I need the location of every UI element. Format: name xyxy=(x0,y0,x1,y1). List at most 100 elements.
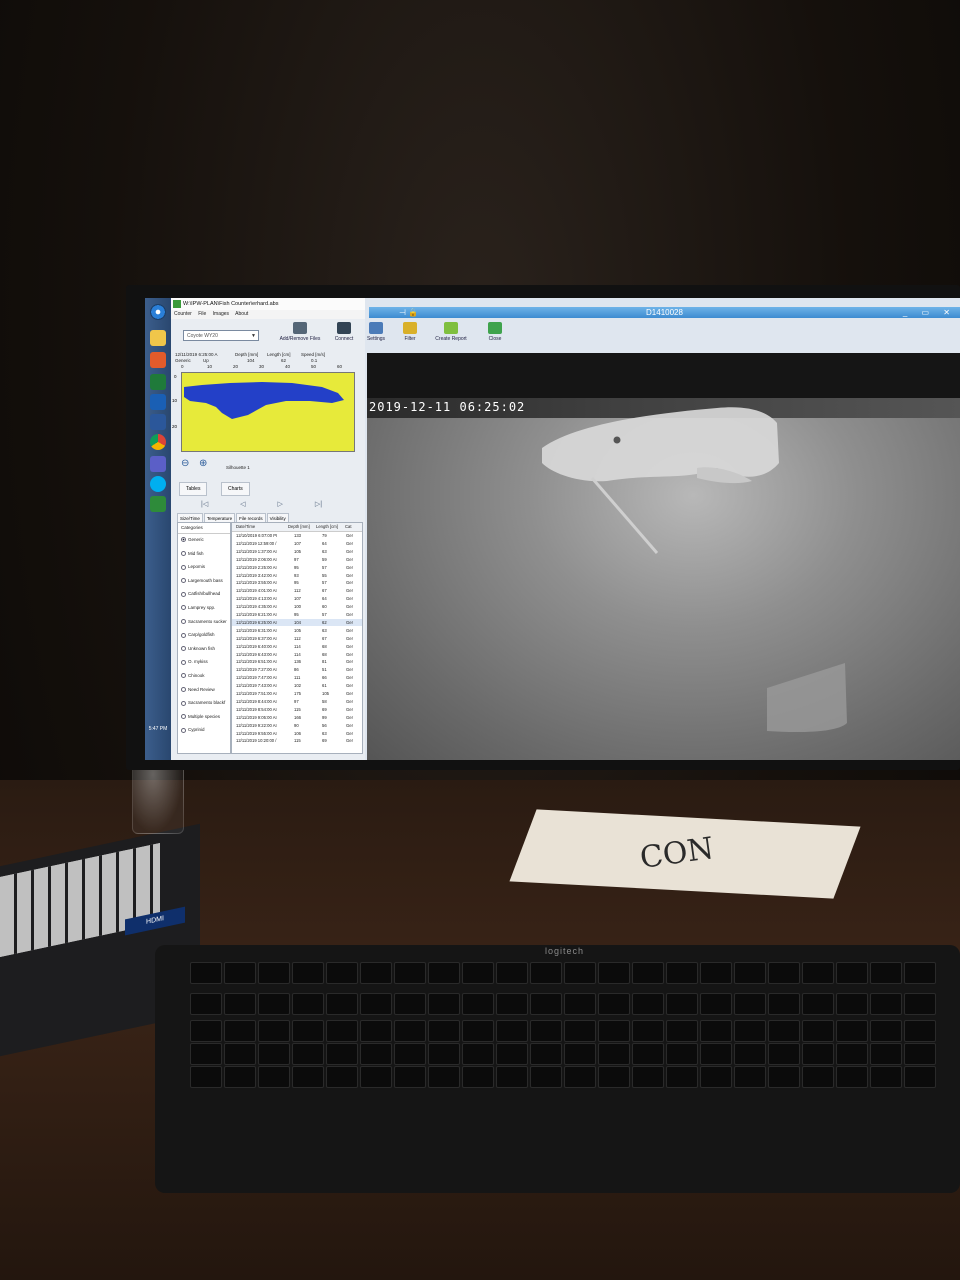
last-record-button[interactable]: ▷| xyxy=(315,501,322,508)
table-row[interactable]: 12/11/2019 4:35:00 AI 100 60 Ger xyxy=(232,603,362,610)
zoom-in-icon[interactable]: ⊕ xyxy=(199,458,211,470)
next-record-button[interactable]: ▷ xyxy=(278,501,283,508)
category-option[interactable]: Cyprinid xyxy=(181,727,205,733)
category-option[interactable]: Catfish/bullhead xyxy=(181,591,220,597)
app-a-icon[interactable] xyxy=(150,496,166,512)
category-option[interactable]: Lepomis xyxy=(181,564,205,570)
table-cell: 12/11/2019 10:20:00 / xyxy=(236,738,277,744)
table-cell: 12/11/2019 7:43:00 AI xyxy=(236,683,277,689)
close-button[interactable]: Close xyxy=(483,322,507,346)
start-icon[interactable] xyxy=(150,304,166,320)
table-row[interactable]: 12/11/2019 6:43:00 AI 114 68 Ger xyxy=(232,651,362,658)
sil-xtick: 40 xyxy=(285,364,291,369)
folder-icon[interactable] xyxy=(150,330,166,346)
table-row[interactable]: 12/11/2019 9:05:00 AI 166 99 Ger xyxy=(232,714,362,721)
table-cell: 12/11/2019 12:59:00 / xyxy=(236,540,277,546)
category-option[interactable]: Sacramento sucker xyxy=(181,619,227,624)
category-option[interactable]: Sacramento blackf xyxy=(181,700,225,706)
sil-length-label: Length [cm] xyxy=(267,352,291,357)
tab-charts[interactable]: Charts xyxy=(221,482,250,496)
table-row[interactable]: 12/11/2019 6:31:00 AI 105 63 Ger xyxy=(232,627,362,634)
category-option[interactable]: Chinook xyxy=(181,673,205,679)
word-icon[interactable] xyxy=(150,414,166,430)
table-row[interactable]: 12/11/2019 9:55:00 AI 106 63 Ger xyxy=(232,730,362,737)
table-row[interactable]: 12/11/2019 1:37:00 AI 105 63 Ger xyxy=(232,548,362,555)
keyboard-key xyxy=(598,962,630,984)
table-row[interactable]: 12/11/2019 2:06:00 AI 97 59 Ger xyxy=(232,556,362,563)
keyboard-key xyxy=(700,962,732,984)
keyboard-key xyxy=(190,1066,222,1088)
skype-icon[interactable] xyxy=(150,476,166,492)
table-row[interactable]: 12/11/2019 7:43:00 AI 102 61 Ger xyxy=(232,682,362,689)
table-row[interactable]: 12/11/2019 2:25:00 AI 95 57 Ger xyxy=(232,564,362,571)
table-row[interactable]: 12/11/2019 7:51:00 AI 175 105 Ger xyxy=(232,690,362,697)
sil-ytick: 10 xyxy=(172,398,178,403)
filter-button[interactable]: Filter xyxy=(397,322,423,346)
table-row[interactable]: 12/11/2019 8:54:00 AI 115 69 Ger xyxy=(232,706,362,713)
excel-icon[interactable] xyxy=(150,374,166,390)
category-option[interactable]: Generic xyxy=(181,537,204,543)
table-row[interactable]: 12/11/2019 12:59:00 / 107 64 Ger xyxy=(232,540,362,547)
zoom-out-icon[interactable]: ⊖ xyxy=(181,458,193,470)
table-row[interactable]: 12/11/2019 3:42:00 AI 93 55 Ger xyxy=(232,572,362,579)
table-cell: Ger xyxy=(346,627,353,633)
table-row[interactable]: 12/11/2019 7:27:00 AI 86 51 Ger xyxy=(232,666,362,673)
keyboard-key xyxy=(768,1020,800,1042)
menu-counter[interactable]: Counter xyxy=(174,311,192,317)
monitor-screen: 5:47 PM W:\IPW-PLAN\Fish Counter\erhard.… xyxy=(145,298,960,760)
category-option[interactable]: Mid fish xyxy=(181,551,204,556)
chrome-icon[interactable] xyxy=(150,434,166,450)
teams-icon[interactable] xyxy=(150,456,166,472)
keyboard-key xyxy=(904,1066,936,1088)
window-controls[interactable]: _ ▭ ✕ xyxy=(903,307,956,318)
table-row[interactable]: 12/11/2019 9:22:00 AI 90 56 Ger xyxy=(232,722,362,729)
table-row[interactable]: 12/11/2019 4:13:00 AI 107 64 Ger xyxy=(232,595,362,602)
create-report-button[interactable]: Create Report xyxy=(431,322,471,346)
category-option[interactable]: Carp/goldfish xyxy=(181,632,215,638)
settings-button[interactable]: Settings xyxy=(363,322,389,346)
col-depth[interactable]: Depth [mm] xyxy=(288,523,310,531)
table-row[interactable]: 12/11/2019 6:37:00 AI 112 67 Ger xyxy=(232,635,362,642)
category-option[interactable]: Lamprey spp. xyxy=(181,605,215,611)
col-length[interactable]: Length [cm] xyxy=(316,523,338,531)
table-row[interactable]: 12/11/2019 8:44:00 AI 97 58 Ger xyxy=(232,698,362,705)
col-cat[interactable]: Cat xyxy=(345,523,352,531)
col-datetime[interactable]: Date/Time xyxy=(236,523,255,531)
site-select[interactable]: Coyote WY20 ▼ xyxy=(183,330,259,341)
category-label: Sacramento sucker xyxy=(188,618,227,624)
keyboard-key xyxy=(258,993,290,1015)
sil-speed-label: Speed [m/s] xyxy=(301,352,326,357)
prev-record-button[interactable]: ◁ xyxy=(240,501,245,508)
table-row[interactable]: 12/10/2019 6:07:00 PI 133 79 Ger xyxy=(232,532,362,539)
table-row[interactable]: 12/11/2019 4:01:00 AI 112 67 Ger xyxy=(232,587,362,594)
category-option[interactable]: Need Review xyxy=(181,687,215,692)
category-option[interactable]: Multiple species xyxy=(181,714,220,720)
table-row[interactable]: 12/11/2019 6:40:00 AI 114 68 Ger xyxy=(232,643,362,650)
table-cell: 69 xyxy=(322,738,327,744)
add-remove-files-button[interactable]: Add/Remove Files xyxy=(275,322,325,346)
menu-images[interactable]: Images xyxy=(213,311,229,317)
pin-icon[interactable]: ⊣ 🔒 xyxy=(399,307,418,318)
radio-icon xyxy=(181,618,186,624)
table-row[interactable]: 12/11/2019 7:47:00 AI 111 66 Ger xyxy=(232,674,362,681)
taskbar: 5:47 PM xyxy=(145,298,171,760)
tab-tables[interactable]: Tables xyxy=(179,482,208,496)
table-cell: 175 xyxy=(294,691,301,696)
table-cell: 69 xyxy=(322,706,327,712)
table-row[interactable]: 12/11/2019 6:21:00 AI 95 57 Ger xyxy=(232,611,362,618)
connect-button[interactable]: Connect xyxy=(331,322,357,346)
outlook-icon[interactable] xyxy=(150,394,166,410)
table-cell: 106 xyxy=(294,730,301,736)
table-row[interactable]: 12/11/2019 10:20:00 / 115 69 Ger xyxy=(232,737,362,744)
menu-about[interactable]: About xyxy=(235,311,248,317)
sil-depth-value: 104 xyxy=(247,358,255,363)
first-record-button[interactable]: |◁ xyxy=(201,501,208,508)
category-option[interactable]: Largemouth bass xyxy=(181,578,223,584)
category-option[interactable]: Unknown fish xyxy=(181,646,215,652)
table-row[interactable]: 12/11/2019 6:51:00 AI 136 81 Ger xyxy=(232,658,362,665)
media-icon[interactable] xyxy=(150,352,166,368)
table-row[interactable]: 12/11/2019 6:25:00 AI 104 62 Ger xyxy=(232,618,362,626)
menu-file[interactable]: File xyxy=(198,311,206,317)
category-option[interactable]: O. mykiss xyxy=(181,659,208,665)
table-row[interactable]: 12/11/2019 3:55:00 AI 95 57 Ger xyxy=(232,579,362,586)
